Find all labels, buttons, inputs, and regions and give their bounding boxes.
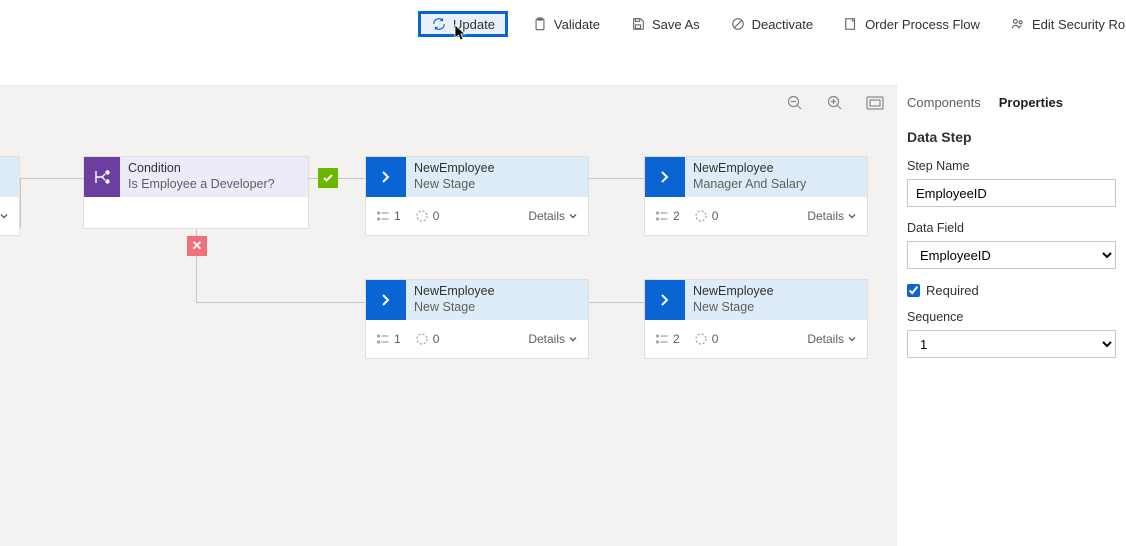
loops-count: 0: [694, 332, 719, 346]
update-label: Update: [453, 17, 495, 32]
sequence-label: Sequence: [907, 310, 1116, 324]
save-as-button[interactable]: Save As: [624, 12, 706, 36]
connector: [589, 302, 644, 303]
steps-count: 1: [376, 209, 401, 223]
edit-roles-label: Edit Security Roles: [1032, 17, 1126, 32]
steps-count: 2: [655, 332, 680, 346]
loops-count: 0: [415, 209, 440, 223]
stage-icon: [645, 280, 685, 320]
data-field-select[interactable]: EmployeeID: [907, 241, 1116, 269]
required-checkbox[interactable]: [907, 284, 920, 297]
required-label: Required: [926, 283, 979, 298]
validate-label: Validate: [554, 17, 600, 32]
order-icon: [843, 16, 859, 32]
stage-subtitle: Manager And Salary: [693, 177, 859, 193]
properties-panel: Components Properties Data Step Step Nam…: [896, 85, 1126, 546]
stage-title: NewEmployee: [414, 161, 580, 177]
fit-screen-icon[interactable]: [866, 96, 884, 110]
condition-node[interactable]: Condition Is Employee a Developer?: [83, 156, 309, 229]
steps-count: 1: [376, 332, 401, 346]
stage-subtitle: n: [0, 177, 11, 193]
stage-icon: [645, 157, 685, 197]
connector: [20, 178, 21, 228]
roles-icon: [1010, 16, 1026, 32]
save-icon: [630, 16, 646, 32]
stage-title: NewEmployee: [414, 284, 580, 300]
deactivate-button[interactable]: Deactivate: [724, 12, 819, 36]
loops-count: 0: [415, 332, 440, 346]
validate-button[interactable]: Validate: [526, 12, 606, 36]
clipboard-icon: [532, 16, 548, 32]
connector: [589, 178, 644, 179]
deactivate-label: Deactivate: [752, 17, 813, 32]
stage-node[interactable]: NewEmployee New Stage 1 0 Details: [365, 279, 589, 359]
condition-icon: [84, 157, 120, 197]
data-field-label: Data Field: [907, 221, 1116, 235]
panel-title: Data Step: [907, 129, 1116, 145]
update-button[interactable]: Update: [418, 11, 508, 37]
connector: [196, 302, 366, 303]
refresh-icon: [431, 16, 447, 32]
stage-title: NewEmployee: [693, 161, 859, 177]
step-name-label: Step Name: [907, 159, 1116, 173]
condition-subtitle: Is Employee a Developer?: [128, 177, 300, 193]
sequence-select[interactable]: 1: [907, 330, 1116, 358]
stage-node[interactable]: NewEmployee Manager And Salary 2 0 Detai…: [644, 156, 868, 236]
zoom-out-icon[interactable]: [786, 94, 804, 112]
condition-title: Condition: [128, 161, 300, 177]
tab-properties[interactable]: Properties: [999, 95, 1063, 110]
details-toggle[interactable]: Details: [807, 209, 857, 223]
step-name-field[interactable]: [907, 179, 1116, 207]
process-canvas[interactable]: n ls Condition Is Employee: [0, 85, 896, 546]
deactivate-icon: [730, 16, 746, 32]
stage-node[interactable]: NewEmployee New Stage 1 0 Details: [365, 156, 589, 236]
stage-icon: [366, 280, 406, 320]
details-toggle[interactable]: Details: [807, 332, 857, 346]
condition-false-icon: ✕: [187, 236, 207, 256]
stage-node[interactable]: n ls: [0, 156, 20, 236]
order-flow-label: Order Process Flow: [865, 17, 980, 32]
zoom-in-icon[interactable]: [826, 94, 844, 112]
save-as-label: Save As: [652, 17, 700, 32]
details-toggle[interactable]: Details: [528, 209, 578, 223]
stage-title: [0, 161, 11, 177]
toolbar: Update Validate Save As Deactivate: [0, 0, 1126, 48]
stage-subtitle: New Stage: [693, 300, 859, 316]
steps-count: 2: [655, 209, 680, 223]
stage-subtitle: New Stage: [414, 300, 580, 316]
stage-node[interactable]: NewEmployee New Stage 2 0 Details: [644, 279, 868, 359]
edit-roles-button[interactable]: Edit Security Roles: [1004, 12, 1126, 36]
stage-icon: [366, 157, 406, 197]
tab-components[interactable]: Components: [907, 95, 981, 110]
condition-true-icon: [318, 168, 338, 188]
details-toggle[interactable]: Details: [528, 332, 578, 346]
details-toggle[interactable]: ls: [0, 209, 9, 223]
loops-count: 0: [694, 209, 719, 223]
stage-title: NewEmployee: [693, 284, 859, 300]
stage-subtitle: New Stage: [414, 177, 580, 193]
order-flow-button[interactable]: Order Process Flow: [837, 12, 986, 36]
